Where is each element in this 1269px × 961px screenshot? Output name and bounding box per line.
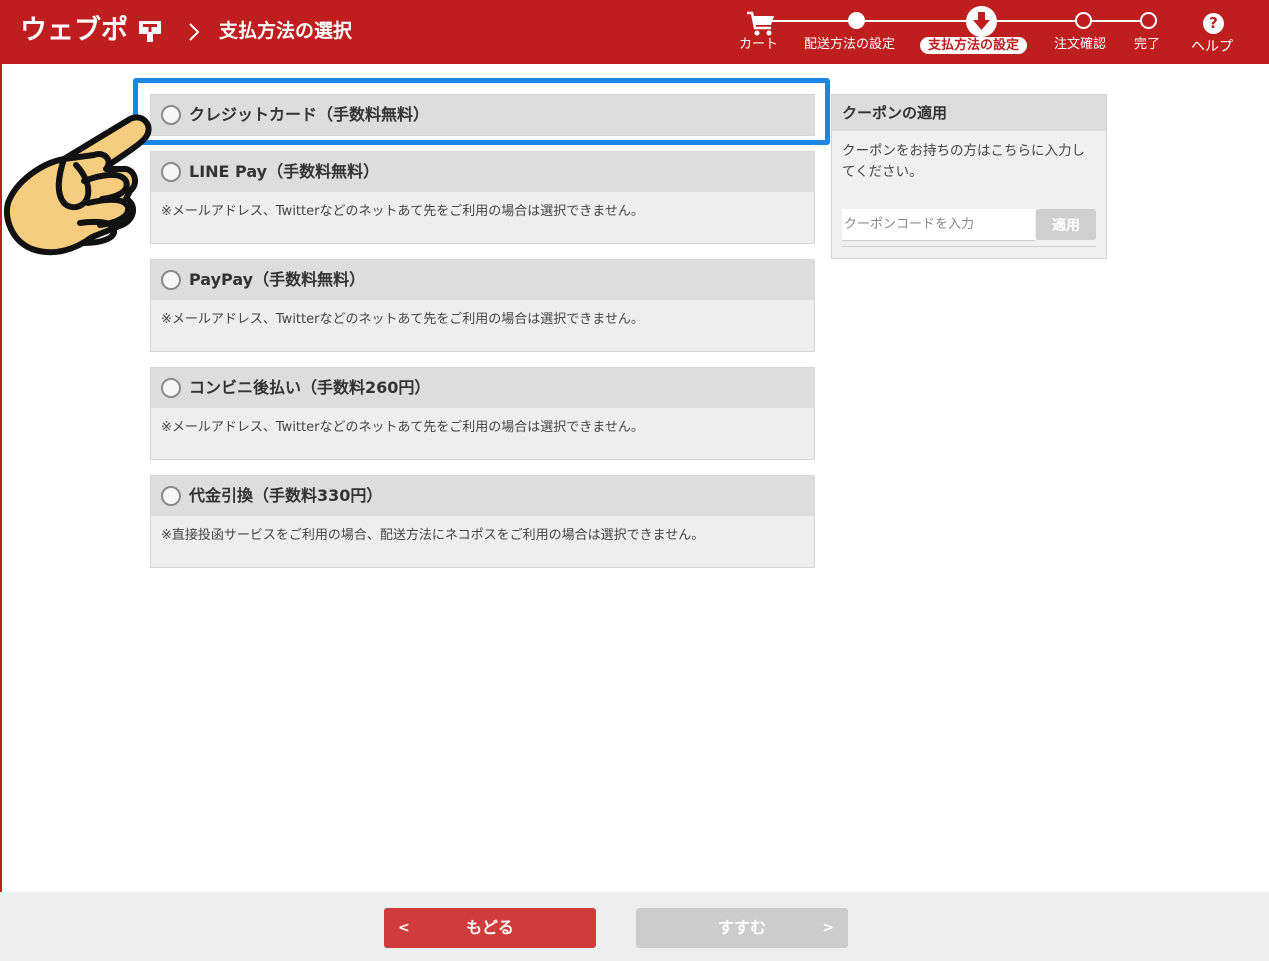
- option-title[interactable]: PayPay（手数料無料）: [189, 269, 365, 291]
- chevron-right-icon: >: [822, 920, 834, 936]
- mailbox-logo-icon: [139, 21, 161, 42]
- payment-option-paypay[interactable]: PayPay（手数料無料） ※メールアドレス、Twitterなどのネットあて先を…: [150, 259, 815, 352]
- option-title[interactable]: 代金引換（手数料330円）: [189, 485, 382, 507]
- radio-unchecked-icon[interactable]: [161, 486, 181, 506]
- step-current-marker: [966, 6, 997, 37]
- payment-option-convenience-store[interactable]: コンビニ後払い（手数料260円） ※メールアドレス、Twitterなどのネットあ…: [150, 367, 815, 460]
- coupon-panel: クーポンの適用 クーポンをお持ちの方はこちらに入力してください。 適用: [831, 94, 1107, 259]
- option-header: LINE Pay（手数料無料）: [151, 152, 814, 192]
- radio-unchecked-icon[interactable]: [161, 162, 181, 182]
- coupon-divider: [842, 246, 1096, 247]
- option-header: PayPay（手数料無料）: [151, 260, 814, 300]
- option-title[interactable]: コンビニ後払い（手数料260円）: [189, 377, 430, 399]
- breadcrumb-chevron-icon: [189, 23, 200, 41]
- chevron-left-icon: <: [398, 920, 410, 936]
- step-dot-shipping: [848, 12, 865, 29]
- coupon-title: クーポンの適用: [832, 95, 1106, 131]
- step-label-shipping: 配送方法の設定: [804, 37, 896, 52]
- coupon-code-input[interactable]: [842, 209, 1035, 241]
- highlight-frame: [133, 78, 830, 145]
- option-header: コンビニ後払い（手数料260円）: [151, 368, 814, 408]
- header: ウェブポ 支払方法の選択 カート 配送方法の設定 支払方法の設定 注文確認 完了…: [0, 0, 1269, 64]
- step-label-payment: 支払方法の設定: [920, 37, 1028, 54]
- radio-unchecked-icon[interactable]: [161, 378, 181, 398]
- payment-option-line-pay[interactable]: LINE Pay（手数料無料） ※メールアドレス、Twitterなどのネットあて…: [150, 151, 815, 244]
- cart-icon: [747, 11, 774, 36]
- option-title[interactable]: LINE Pay（手数料無料）: [189, 161, 379, 183]
- next-button-label[interactable]: すすむ: [718, 918, 766, 937]
- step-label-complete: 完了: [1134, 37, 1161, 52]
- coupon-apply-button[interactable]: 適用: [1036, 209, 1096, 240]
- step-dot-complete: [1140, 12, 1157, 29]
- step-label-cart: カート: [739, 37, 779, 52]
- help-icon[interactable]: ?: [1203, 13, 1224, 34]
- progress-line: [772, 20, 1149, 22]
- next-button[interactable]: すすむ >: [636, 908, 848, 948]
- footer-bar: < もどる すすむ >: [0, 892, 1269, 961]
- option-note: ※メールアドレス、Twitterなどのネットあて先をご利用の場合は選択できません…: [161, 204, 644, 219]
- option-note: ※直接投函サービスをご利用の場合、配送方法にネコポスをご利用の場合は選択できませ…: [161, 528, 705, 543]
- step-dot-confirm: [1075, 12, 1092, 29]
- option-note: ※メールアドレス、Twitterなどのネットあて先をご利用の場合は選択できません…: [161, 312, 644, 327]
- step-label-confirm: 注文確認: [1054, 37, 1107, 52]
- arrow-down-icon: [973, 12, 990, 30]
- page-title: 支払方法の選択: [219, 20, 353, 42]
- option-header: 代金引換（手数料330円）: [151, 476, 814, 516]
- help-link[interactable]: ヘルプ: [1191, 38, 1233, 56]
- pointing-hand-icon: [4, 114, 152, 256]
- payment-option-cash-on-delivery[interactable]: 代金引換（手数料330円） ※直接投函サービスをご利用の場合、配送方法にネコポス…: [150, 475, 815, 568]
- logo[interactable]: ウェブポ: [20, 12, 128, 50]
- coupon-description: クーポンをお持ちの方はこちらに入力してください。: [842, 143, 1085, 180]
- radio-unchecked-icon[interactable]: [161, 270, 181, 290]
- back-button[interactable]: < もどる: [384, 908, 596, 948]
- back-button-label[interactable]: もどる: [466, 918, 514, 937]
- option-note: ※メールアドレス、Twitterなどのネットあて先をご利用の場合は選択できません…: [161, 420, 644, 435]
